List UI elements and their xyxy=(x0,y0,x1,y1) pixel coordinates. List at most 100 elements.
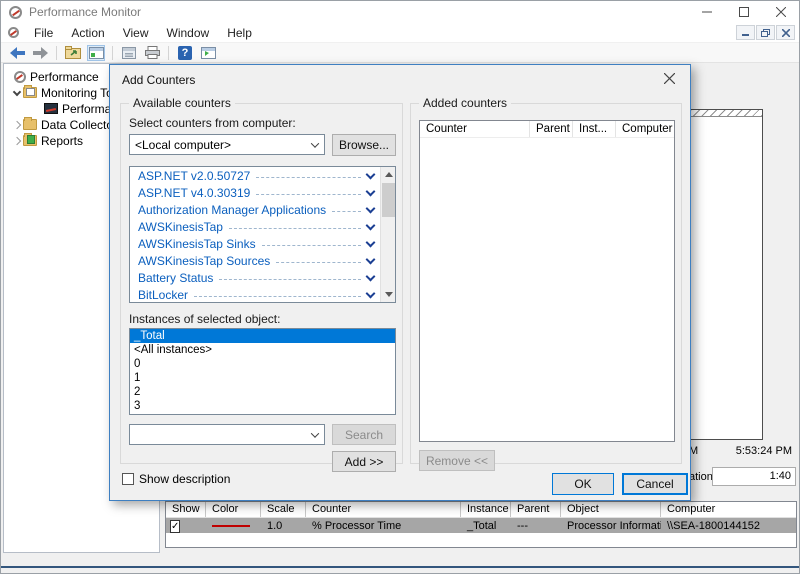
added-counters-label: Added counters xyxy=(419,96,511,110)
instance-item[interactable]: 2 xyxy=(130,385,395,399)
reports-icon xyxy=(23,135,37,146)
show-description-checkbox[interactable] xyxy=(122,473,134,485)
help-icon[interactable]: ? xyxy=(176,45,194,61)
counter-item[interactable]: AWSKinesisTap Sinks xyxy=(130,235,380,252)
remove-button[interactable]: Remove << xyxy=(419,450,495,471)
legend-col-object[interactable]: Object xyxy=(561,502,661,517)
instance-item[interactable]: 0 xyxy=(130,357,395,371)
scroll-down-icon[interactable] xyxy=(381,287,396,302)
minimize-icon[interactable] xyxy=(688,1,725,23)
mdi-window-controls xyxy=(736,25,795,40)
added-col-parent[interactable]: Parent xyxy=(530,121,573,137)
ok-button[interactable]: OK xyxy=(552,473,614,495)
available-counters-group: Available counters Select counters from … xyxy=(120,103,403,464)
chevron-collapsed-icon[interactable] xyxy=(13,120,21,128)
computer-combobox[interactable]: <Local computer> xyxy=(129,134,325,155)
duration-label-partial: ation xyxy=(689,471,713,483)
counter-item[interactable]: BitLocker xyxy=(130,286,380,303)
available-counters-label: Available counters xyxy=(129,96,235,110)
counter-item[interactable]: Battery Status xyxy=(130,269,380,286)
dialog-close-icon[interactable] xyxy=(664,73,678,87)
back-icon[interactable] xyxy=(8,45,26,61)
instance-item[interactable]: 1 xyxy=(130,371,395,385)
search-button[interactable]: Search xyxy=(332,424,396,445)
maximize-icon[interactable] xyxy=(725,1,762,23)
show-console-tree-icon[interactable] xyxy=(87,45,105,61)
chevron-expanded-icon[interactable] xyxy=(13,87,21,95)
expand-counter-icon[interactable] xyxy=(366,169,376,179)
browse-button[interactable]: Browse... xyxy=(332,134,396,156)
legend-instance-value: _Total xyxy=(461,520,511,532)
app-window: Performance Monitor File Action View Win… xyxy=(0,0,800,574)
legend-col-parent[interactable]: Parent xyxy=(511,502,561,517)
toolbar: ? xyxy=(1,43,799,63)
legend-col-instance[interactable]: Instance xyxy=(461,502,511,517)
added-col-counter[interactable]: Counter xyxy=(420,121,530,137)
counter-list-scrollbar[interactable] xyxy=(380,167,395,302)
legend-scale-value: 1.0 xyxy=(261,520,306,532)
mdi-minimize-icon[interactable] xyxy=(736,25,755,40)
instance-item-selected[interactable]: _Total xyxy=(130,329,395,343)
added-counters-table: Counter Parent Inst... Computer xyxy=(419,120,675,442)
menu-file[interactable]: File xyxy=(25,24,62,42)
legend-col-scale[interactable]: Scale xyxy=(261,502,306,517)
instances-label: Instances of selected object: xyxy=(129,312,280,326)
counter-item[interactable]: ASP.NET v2.0.50727 xyxy=(130,167,380,184)
show-description-option[interactable]: Show description xyxy=(122,472,230,486)
counter-item[interactable]: ASP.NET v4.0.30319 xyxy=(130,184,380,201)
toolbar-separator xyxy=(56,46,57,60)
counter-color-line xyxy=(212,525,250,527)
add-button[interactable]: Add >> xyxy=(332,451,396,472)
chevron-down-icon[interactable] xyxy=(306,432,324,438)
expand-counter-icon[interactable] xyxy=(366,237,376,247)
legend-col-color[interactable]: Color xyxy=(206,502,261,517)
instance-search-combobox[interactable] xyxy=(129,424,325,445)
expand-counter-icon[interactable] xyxy=(366,220,376,230)
legend-counter-row[interactable]: 1.0 % Processor Time _Total --- Processo… xyxy=(166,518,796,533)
added-counters-group: Added counters Counter Parent Inst... Co… xyxy=(410,103,682,464)
expand-counter-icon[interactable] xyxy=(366,271,376,281)
menu-action[interactable]: Action xyxy=(62,24,113,42)
properties-icon[interactable] xyxy=(120,45,138,61)
counter-item[interactable]: Authorization Manager Applications xyxy=(130,201,380,218)
chevron-down-icon[interactable] xyxy=(306,142,324,148)
forward-icon[interactable] xyxy=(31,45,49,61)
computer-combobox-value: <Local computer> xyxy=(130,138,306,152)
export-icon[interactable] xyxy=(64,45,82,61)
legend-counter-value: % Processor Time xyxy=(306,520,461,532)
tree-item-performance[interactable]: Performance xyxy=(14,69,99,84)
counter-item[interactable]: AWSKinesisTap xyxy=(130,218,380,235)
cancel-button[interactable]: Cancel xyxy=(622,473,688,495)
legend-col-counter[interactable]: Counter xyxy=(306,502,461,517)
expand-counter-icon[interactable] xyxy=(366,203,376,213)
added-col-computer[interactable]: Computer xyxy=(616,121,674,137)
instance-item[interactable]: <All instances> xyxy=(130,343,395,357)
expand-counter-icon[interactable] xyxy=(366,254,376,264)
performance-monitor-icon xyxy=(44,103,58,114)
menu-help[interactable]: Help xyxy=(218,24,261,42)
expand-counter-icon[interactable] xyxy=(366,186,376,196)
legend-col-computer[interactable]: Computer xyxy=(661,502,796,517)
mdi-close-icon[interactable] xyxy=(776,25,795,40)
window-title: Performance Monitor xyxy=(29,5,141,19)
new-window-icon[interactable] xyxy=(199,45,217,61)
chevron-collapsed-icon[interactable] xyxy=(13,136,21,144)
close-icon[interactable] xyxy=(762,1,799,23)
legend-header-row: Show Color Scale Counter Instance Parent… xyxy=(166,502,796,518)
mdi-restore-icon[interactable] xyxy=(756,25,775,40)
instance-item[interactable]: 3 xyxy=(130,399,395,413)
dialog-title: Add Counters xyxy=(122,73,195,87)
menu-window[interactable]: Window xyxy=(158,24,219,42)
scrollbar-thumb[interactable] xyxy=(382,183,395,217)
counter-item[interactable]: AWSKinesisTap Sources xyxy=(130,252,380,269)
expand-counter-icon[interactable] xyxy=(366,288,376,298)
legend-col-show[interactable]: Show xyxy=(166,502,206,517)
tree-item-reports[interactable]: Reports xyxy=(14,133,83,148)
monitoring-tools-icon xyxy=(23,87,37,98)
scroll-up-icon[interactable] xyxy=(381,167,396,182)
menu-view[interactable]: View xyxy=(114,24,158,42)
show-checkbox[interactable] xyxy=(170,520,180,533)
added-col-instance[interactable]: Inst... xyxy=(573,121,616,137)
print-icon[interactable] xyxy=(143,45,161,61)
legend-computer-value: \\SEA-1800144152 xyxy=(661,520,796,532)
